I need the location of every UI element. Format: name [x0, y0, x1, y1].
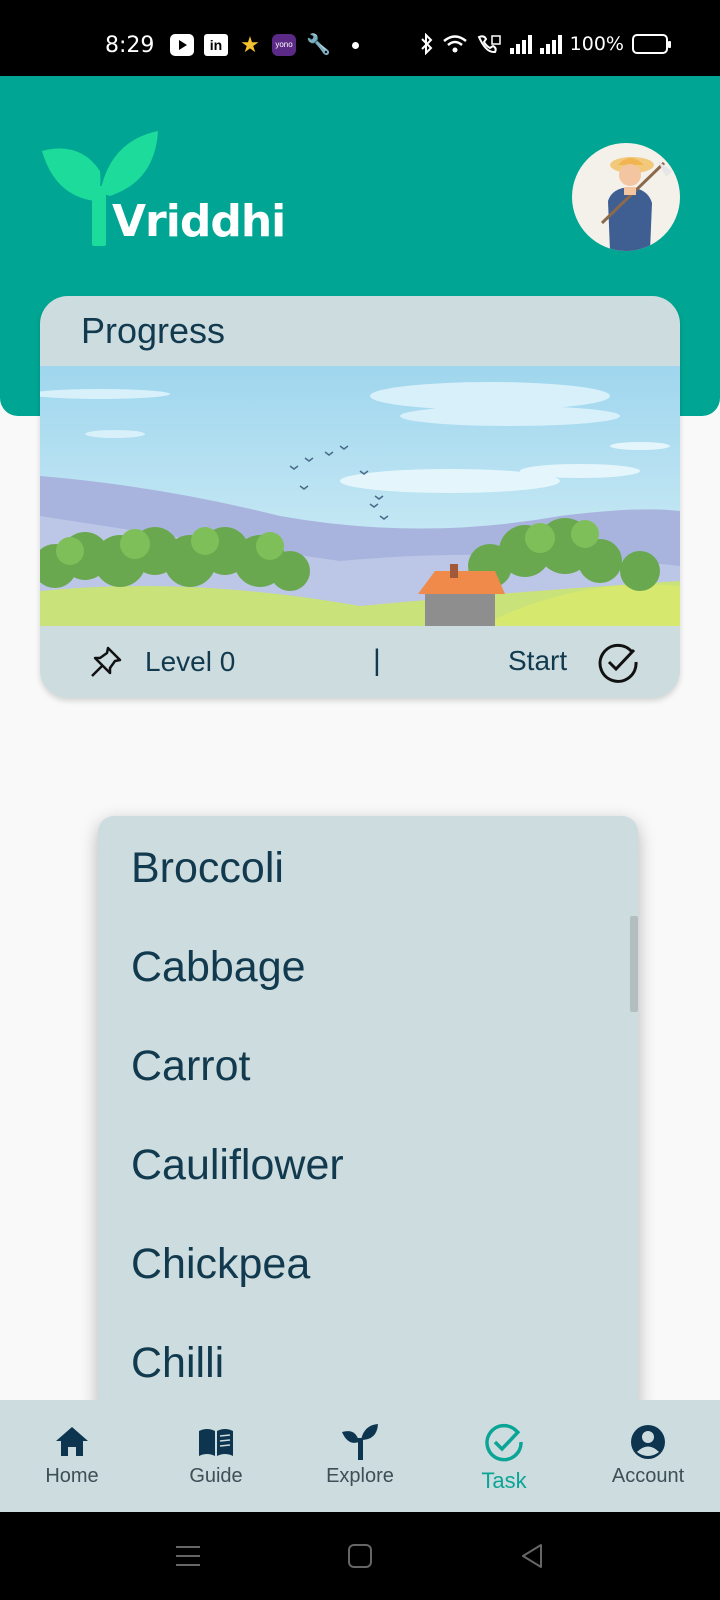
check-circle-icon — [485, 1423, 523, 1462]
check-circle-icon[interactable] — [596, 640, 640, 684]
book-icon — [199, 1429, 233, 1456]
sprout-icon — [342, 1424, 378, 1460]
bluetooth-icon — [420, 33, 433, 55]
notification-icons: in ★ yono 🔧 — [170, 34, 359, 56]
back-triangle-icon[interactable] — [516, 1540, 548, 1572]
yono-sbi-icon: yono — [272, 34, 296, 56]
wifi-icon — [442, 35, 467, 53]
crop-dropdown-menu[interactable]: Broccoli Cabbage Carrot Cauliflower Chic… — [98, 816, 638, 1416]
signal-icon — [539, 34, 562, 54]
nav-label: Task — [481, 1468, 527, 1493]
bottom-nav: Home Guide Explore Task Account — [0, 1400, 720, 1512]
dropdown-item-broccoli[interactable]: Broccoli — [131, 844, 284, 893]
nav-explore[interactable]: Explore — [288, 1400, 432, 1512]
dropdown-scrollbar[interactable] — [630, 916, 638, 1012]
nav-guide[interactable]: Guide — [144, 1400, 288, 1512]
dropdown-item-cabbage[interactable]: Cabbage — [131, 943, 306, 992]
nav-label: Guide — [189, 1465, 243, 1487]
nav-home[interactable]: Home — [0, 1400, 144, 1512]
progress-title: Progress — [81, 310, 226, 351]
divider: | — [373, 644, 381, 677]
progress-footer: Level 0 | Start — [40, 626, 680, 698]
nav-task[interactable]: Task — [432, 1400, 576, 1512]
vowifi-icon — [477, 35, 501, 54]
menu-icon[interactable] — [172, 1540, 204, 1572]
dot-icon — [352, 41, 359, 49]
dropdown-item-chickpea[interactable]: Chickpea — [131, 1240, 310, 1289]
pin-icon — [91, 646, 122, 677]
start-label[interactable]: Start — [508, 645, 567, 677]
account-icon — [631, 1425, 665, 1459]
avatar[interactable] — [572, 143, 680, 251]
system-status-icons: 100% — [420, 33, 671, 55]
app-name: Vriddhi — [112, 196, 286, 247]
landscape-illustration — [40, 366, 680, 626]
battery-icon — [632, 34, 671, 54]
status-bar: 8:29 in ★ yono 🔧 100% — [0, 0, 720, 76]
battery-percent: 100% — [569, 33, 624, 55]
dropdown-item-chilli[interactable]: Chilli — [131, 1339, 224, 1388]
star-icon: ★ — [240, 32, 260, 57]
nav-label: Home — [45, 1465, 99, 1487]
home-square-icon[interactable] — [344, 1540, 376, 1572]
nav-label: Explore — [326, 1465, 394, 1487]
home-icon — [56, 1427, 88, 1456]
system-nav-bar — [0, 1512, 720, 1600]
dropdown-item-carrot[interactable]: Carrot — [131, 1042, 250, 1091]
wrench-icon: 🔧 — [306, 34, 331, 56]
nav-label: Account — [611, 1465, 685, 1487]
signal-icon — [509, 34, 532, 54]
status-time: 8:29 — [105, 33, 155, 58]
linkedin-icon: in — [204, 34, 228, 56]
nav-account[interactable]: Account — [576, 1400, 720, 1512]
progress-card: Progress Level 0 | Start — [40, 296, 680, 698]
level-label: Level 0 — [145, 646, 236, 677]
youtube-icon — [170, 34, 194, 56]
farmer-avatar-icon — [600, 157, 672, 251]
dropdown-item-cauliflower[interactable]: Cauliflower — [131, 1141, 344, 1190]
